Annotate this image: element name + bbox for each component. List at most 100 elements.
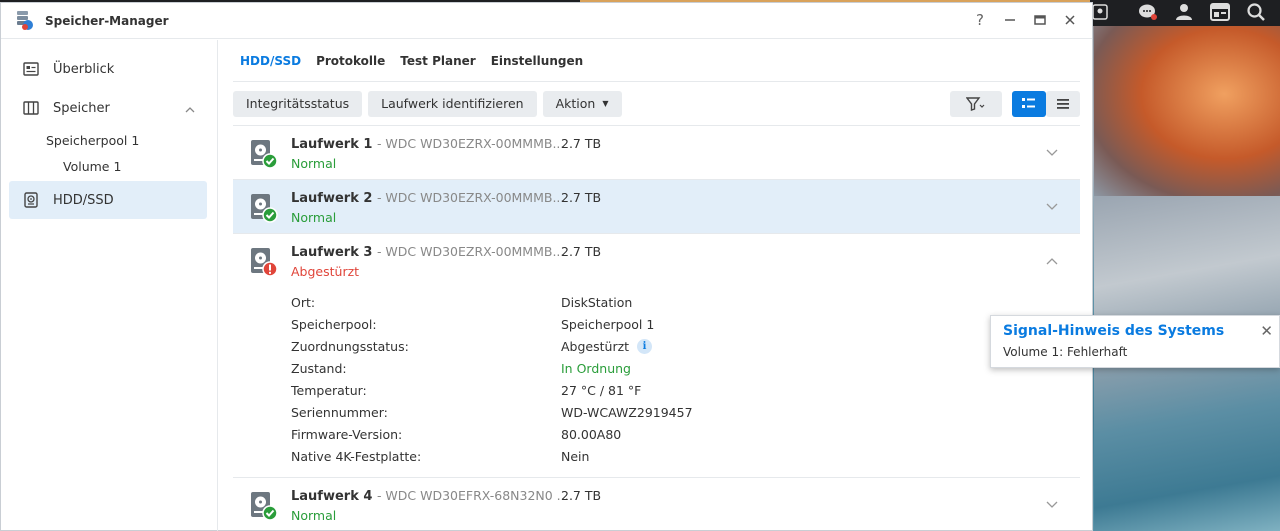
caret-down-icon: ▼: [602, 99, 609, 108]
detail-row-temperature: Temperatur: 27 °C / 81 °F: [291, 379, 1080, 401]
detail-row-storage-pool: Speicherpool: Speicherpool 1: [291, 313, 1080, 335]
window-title: Speicher-Manager: [45, 13, 169, 28]
window-controls: ?: [972, 11, 1078, 29]
drive-status: Abgestürzt: [291, 264, 360, 279]
sidebar-item-overview[interactable]: Überblick: [9, 52, 207, 86]
detail-value: 27 °C / 81 °F: [561, 382, 642, 398]
notification-title: Signal-Hinweis des Systems: [1003, 323, 1225, 339]
detail-row-firmware: Firmware-Version: 80.00A80: [291, 423, 1080, 445]
chat-icon[interactable]: [1134, 0, 1162, 24]
drive-name-label: Laufwerk 4 - WDC WD30EFRX-68N32N0 ...: [291, 488, 569, 504]
drive-header[interactable]: Laufwerk 3 - WDC WD30EZRX-00MMMB... 2.7 …: [233, 234, 1080, 287]
detail-row-serial: Seriennummer: WD-WCAWZ2919457: [291, 401, 1080, 423]
drive-row[interactable]: Laufwerk 2 - WDC WD30EZRX-00MMMB... 2.7 …: [233, 180, 1080, 234]
info-icon[interactable]: i: [637, 338, 653, 354]
view-toggle-group: [1012, 91, 1080, 117]
drive-header[interactable]: Laufwerk 1 - WDC WD30EZRX-00MMMB... 2.7 …: [233, 126, 1080, 179]
drive-name: Laufwerk 1: [291, 137, 373, 152]
chevron-down-icon[interactable]: [1046, 146, 1058, 161]
sidebar-item-label: Volume 1: [63, 158, 122, 174]
overview-icon: [23, 61, 39, 77]
desktop-wallpaper: [1094, 26, 1280, 196]
list-view-button[interactable]: [1046, 91, 1080, 117]
list-detail-view-button[interactable]: [1012, 91, 1046, 117]
drive-error-icon: [249, 248, 279, 278]
drive-row[interactable]: Laufwerk 3 - WDC WD30EZRX-00MMMB... 2.7 …: [233, 234, 1080, 478]
drive-row[interactable]: Laufwerk 1 - WDC WD30EZRX-00MMMB... 2.7 …: [233, 126, 1080, 180]
detail-row-location: Ort: DiskStation: [291, 291, 1080, 313]
sidebar-item-volume[interactable]: Volume 1: [9, 153, 207, 179]
toolbar-right: [950, 91, 1080, 117]
search-icon[interactable]: [1242, 0, 1270, 24]
sidebar: Überblick Speicher Speicherpool 1 Volume…: [1, 40, 218, 531]
detail-label: Speicherpool:: [291, 316, 377, 332]
sidebar-item-label: Speicherpool 1: [46, 132, 140, 148]
drive-size: 2.7 TB: [561, 244, 602, 259]
drive-row[interactable]: Laufwerk 4 - WDC WD30EFRX-68N32N0 ... 2.…: [233, 478, 1080, 531]
drive-size: 2.7 TB: [561, 488, 602, 503]
detail-label: Native 4K-Festplatte:: [291, 448, 422, 464]
drive-name-label: Laufwerk 3 - WDC WD30EZRX-00MMMB...: [291, 244, 564, 260]
sidebar-item-label: HDD/SSD: [53, 192, 114, 208]
drive-model: - WDC WD30EZRX-00MMMB...: [376, 190, 565, 205]
toolbar: Integritätsstatus Laufwerk identifiziere…: [233, 82, 1080, 126]
chevron-down-icon[interactable]: [1046, 498, 1058, 513]
maximize-button[interactable]: [1032, 11, 1048, 29]
drive-model: - WDC WD30EFRX-68N32N0 ...: [376, 488, 569, 503]
chevron-up-icon[interactable]: [185, 102, 195, 117]
sidebar-item-hdd-ssd[interactable]: HDD/SSD: [9, 181, 207, 219]
drive-status: Normal: [291, 156, 337, 171]
integrity-status-button[interactable]: Integritätsstatus: [233, 90, 363, 117]
storage-manager-window: Speicher-Manager ? Überblick Speicher Sp…: [0, 2, 1093, 531]
drive-ok-icon: [249, 194, 279, 224]
drive-ok-icon: [249, 492, 279, 522]
tab-test-scheduler[interactable]: Test Planer: [393, 40, 482, 82]
detail-row-health: Zustand: In Ordnung: [291, 357, 1080, 379]
detail-value: DiskStation: [561, 294, 633, 310]
tab-hdd-ssd[interactable]: HDD/SSD: [233, 40, 308, 82]
drive-status: Normal: [291, 210, 337, 225]
window-titlebar[interactable]: Speicher-Manager ?: [1, 3, 1092, 39]
widgets-icon[interactable]: [1206, 0, 1234, 24]
detail-label: Zuordnungsstatus:: [291, 338, 409, 354]
filter-button[interactable]: [950, 91, 1002, 117]
drive-model: - WDC WD30EZRX-00MMMB...: [376, 244, 565, 259]
notification-close-button[interactable]: ✕: [1260, 322, 1273, 340]
account-icon[interactable]: [1170, 0, 1198, 24]
drive-model: - WDC WD30EZRX-00MMMB...: [376, 136, 565, 151]
tab-logs[interactable]: Protokolle: [309, 40, 392, 82]
sidebar-item-storage-pool[interactable]: Speicherpool 1: [9, 127, 207, 153]
detail-label: Seriennummer:: [291, 404, 388, 420]
close-button[interactable]: [1062, 11, 1078, 29]
detail-label: Ort:: [291, 294, 316, 310]
drive-header[interactable]: Laufwerk 2 - WDC WD30EZRX-00MMMB... 2.7 …: [233, 180, 1080, 233]
drive-size: 2.7 TB: [561, 190, 602, 205]
system-notification[interactable]: Signal-Hinweis des Systems Volume 1: Feh…: [990, 315, 1280, 368]
detail-value: 80.00A80: [561, 426, 622, 442]
action-dropdown-button[interactable]: Aktion ▼: [542, 90, 622, 117]
list-icon: [1057, 99, 1069, 109]
drive-name-label: Laufwerk 2 - WDC WD30EZRX-00MMMB...: [291, 190, 564, 206]
chevron-up-icon[interactable]: [1046, 254, 1058, 269]
action-label: Aktion: [555, 96, 596, 111]
detail-list-icon: [1022, 98, 1035, 108]
help-button[interactable]: ?: [972, 11, 988, 29]
detail-label: Firmware-Version:: [291, 426, 403, 442]
drive-name: Laufwerk 2: [291, 191, 373, 206]
minimize-button[interactable]: [1002, 11, 1018, 29]
sidebar-item-storage[interactable]: Speicher: [9, 91, 207, 125]
chevron-down-icon[interactable]: [1046, 200, 1058, 215]
identify-drive-button[interactable]: Laufwerk identifizieren: [368, 90, 537, 117]
filter-icon: [966, 97, 985, 111]
drive-header[interactable]: Laufwerk 4 - WDC WD30EFRX-68N32N0 ... 2.…: [233, 478, 1080, 531]
storage-icon: [23, 100, 39, 116]
drive-status: Normal: [291, 508, 337, 523]
main-panel: HDD/SSD Protokolle Test Planer Einstellu…: [233, 40, 1080, 531]
tab-settings[interactable]: Einstellungen: [484, 40, 590, 82]
detail-label: Zustand:: [291, 360, 347, 376]
detail-value: In Ordnung: [561, 360, 631, 376]
detail-label: Temperatur:: [291, 382, 367, 398]
drive-ok-icon: [249, 140, 279, 170]
drive-details: Ort: DiskStation Speicherpool: Speicherpoo…: [233, 287, 1080, 477]
drive-name-label: Laufwerk 1 - WDC WD30EZRX-00MMMB...: [291, 136, 564, 152]
